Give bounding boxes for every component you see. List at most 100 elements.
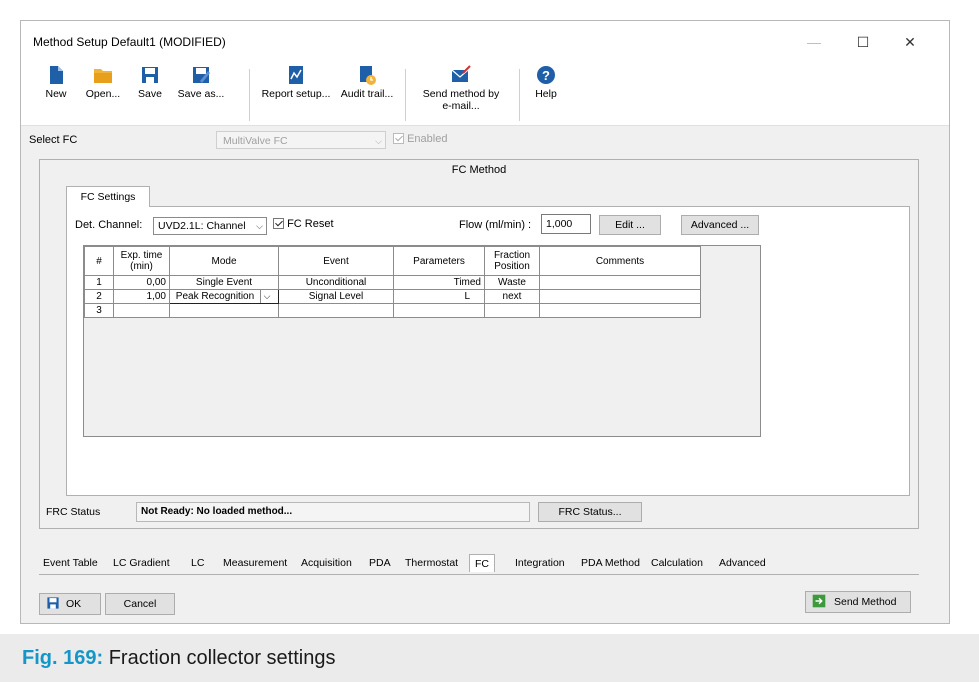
exp-time-header-line1: Exp. time	[120, 250, 163, 261]
cell-event[interactable]: Unconditional	[278, 275, 394, 290]
help-button[interactable]: ? Help	[529, 65, 563, 100]
col-comments-header: Comments	[539, 246, 701, 276]
cell-exp-time[interactable]: 0,00	[113, 275, 170, 290]
chevron-down-icon[interactable]: ⌵	[260, 290, 273, 303]
table-row[interactable]: 2 1,00 Peak Recognition ⌵ Signal Level L …	[84, 289, 701, 304]
frc-status-label: FRC Status	[46, 506, 101, 518]
det-channel-value: UVD2.1L: Channel	[158, 220, 246, 232]
frc-status-button[interactable]: FRC Status...	[538, 502, 642, 522]
new-file-icon	[50, 66, 63, 84]
cell-exp-time[interactable]: 1,00	[113, 289, 170, 304]
tab-integration[interactable]: Integration	[515, 557, 565, 569]
table-row[interactable]: 3	[84, 303, 701, 318]
toolbar-separator	[519, 69, 520, 121]
save-button[interactable]: Save	[133, 65, 167, 100]
select-fc-combo[interactable]: MultiValve FC ⌵	[216, 131, 386, 149]
maximize-icon[interactable]: ☐	[848, 29, 878, 55]
cancel-button[interactable]: Cancel	[105, 593, 175, 615]
svg-text:?: ?	[542, 68, 550, 83]
col-parameters-header: Parameters	[393, 246, 485, 276]
chevron-down-icon: ⌵	[256, 221, 263, 231]
col-event-header: Event	[278, 246, 394, 276]
cell-parameters[interactable]: L	[393, 289, 485, 304]
send-method-email-button[interactable]: Send method by e-mail...	[417, 65, 505, 112]
email-icon	[451, 65, 471, 82]
table-row[interactable]: 1 0,00 Single Event Unconditional Timed …	[84, 275, 701, 290]
cell-parameters[interactable]: Timed	[393, 275, 485, 290]
cell-comments[interactable]	[539, 289, 701, 304]
new-button[interactable]: New	[39, 65, 73, 100]
report-icon	[289, 66, 303, 84]
col-num-header: #	[84, 246, 114, 276]
send-method-line2: e-mail...	[442, 100, 480, 112]
cell-mode[interactable]	[169, 303, 279, 318]
tab-fc[interactable]: FC	[469, 554, 495, 572]
send-method-button[interactable]: Send Method	[805, 591, 911, 613]
floppy-disk-icon	[142, 67, 158, 83]
fc-event-grid: # Exp. time (min) Mode Event Parameters …	[83, 245, 761, 437]
det-channel-combo[interactable]: UVD2.1L: Channel ⌵	[153, 217, 267, 235]
cell-fraction-position[interactable]: next	[484, 289, 540, 304]
fc-settings-page: Det. Channel: UVD2.1L: Channel ⌵ FC Rese…	[66, 206, 910, 496]
fc-reset-label: FC Reset	[287, 218, 334, 230]
tab-measurement[interactable]: Measurement	[223, 557, 287, 569]
folder-icon	[94, 69, 112, 83]
send-arrow-icon	[812, 594, 826, 608]
advanced-button[interactable]: Advanced ...	[681, 215, 759, 235]
audit-trail-button[interactable]: Audit trail...	[339, 65, 395, 100]
tab-fc-settings[interactable]: FC Settings	[66, 186, 150, 207]
save-label: Save	[138, 88, 162, 100]
tab-pda[interactable]: PDA	[369, 557, 391, 569]
fc-method-legend: FC Method	[451, 164, 507, 176]
cell-mode-dropdown[interactable]: Peak Recognition ⌵	[169, 289, 279, 304]
report-setup-label: Report setup...	[261, 88, 331, 100]
select-fc-label: Select FC	[29, 134, 78, 146]
toolbar-separator	[249, 69, 250, 121]
open-button[interactable]: Open...	[83, 65, 123, 100]
cell-mode[interactable]: Single Event	[169, 275, 279, 290]
tab-calculation[interactable]: Calculation	[651, 557, 703, 569]
col-fraction-position-header: Fraction Position	[484, 246, 540, 276]
tab-lc-gradient[interactable]: LC Gradient	[113, 557, 170, 569]
flow-input[interactable]: 1,000	[541, 214, 591, 234]
audit-trail-label: Audit trail...	[340, 88, 394, 100]
report-setup-button[interactable]: Report setup...	[261, 65, 331, 100]
cell-event[interactable]	[278, 303, 394, 318]
toolbar: New Open... Save Save as... Report setup…	[21, 63, 949, 126]
floppy-disk-icon	[47, 597, 59, 609]
checkbox-icon	[273, 218, 284, 229]
new-label: New	[45, 88, 67, 100]
send-method-line1: Send method by	[422, 88, 500, 100]
minimize-icon[interactable]: —	[799, 29, 829, 55]
edit-button[interactable]: Edit ...	[599, 215, 661, 235]
enabled-checkbox[interactable]: Enabled	[393, 133, 447, 145]
fc-reset-checkbox[interactable]: FC Reset	[273, 218, 334, 230]
tab-thermostat[interactable]: Thermostat	[405, 557, 458, 569]
cell-comments[interactable]	[539, 275, 701, 290]
exp-time-header-line2: (min)	[130, 261, 153, 272]
tab-acquisition[interactable]: Acquisition	[301, 557, 352, 569]
save-as-button[interactable]: Save as...	[175, 65, 227, 100]
cell-parameters[interactable]	[393, 303, 485, 318]
col-exp-time-header: Exp. time (min)	[113, 246, 170, 276]
help-icon: ?	[537, 66, 555, 84]
send-method-label: Send Method	[834, 596, 897, 608]
cell-comments[interactable]	[539, 303, 701, 318]
tab-advanced[interactable]: Advanced	[719, 557, 766, 569]
save-as-icon	[193, 67, 210, 83]
close-icon[interactable]: ✕	[895, 29, 925, 55]
cell-event[interactable]: Signal Level	[278, 289, 394, 304]
cell-exp-time[interactable]	[113, 303, 170, 318]
checkbox-icon	[393, 133, 404, 144]
cell-fraction-position[interactable]: Waste	[484, 275, 540, 290]
cell-fraction-position[interactable]	[484, 303, 540, 318]
fc-event-table: # Exp. time (min) Mode Event Parameters …	[84, 246, 701, 318]
tab-pda-method[interactable]: PDA Method	[581, 557, 640, 569]
fc-method-group: FC Method FC Settings Det. Channel: UVD2…	[39, 159, 919, 529]
toolbar-separator	[405, 69, 406, 121]
tab-event-table[interactable]: Event Table	[43, 557, 98, 569]
ok-button[interactable]: OK	[39, 593, 101, 615]
help-label: Help	[535, 88, 557, 100]
tab-lc[interactable]: LC	[191, 557, 204, 569]
flow-label: Flow (ml/min) :	[459, 219, 532, 231]
